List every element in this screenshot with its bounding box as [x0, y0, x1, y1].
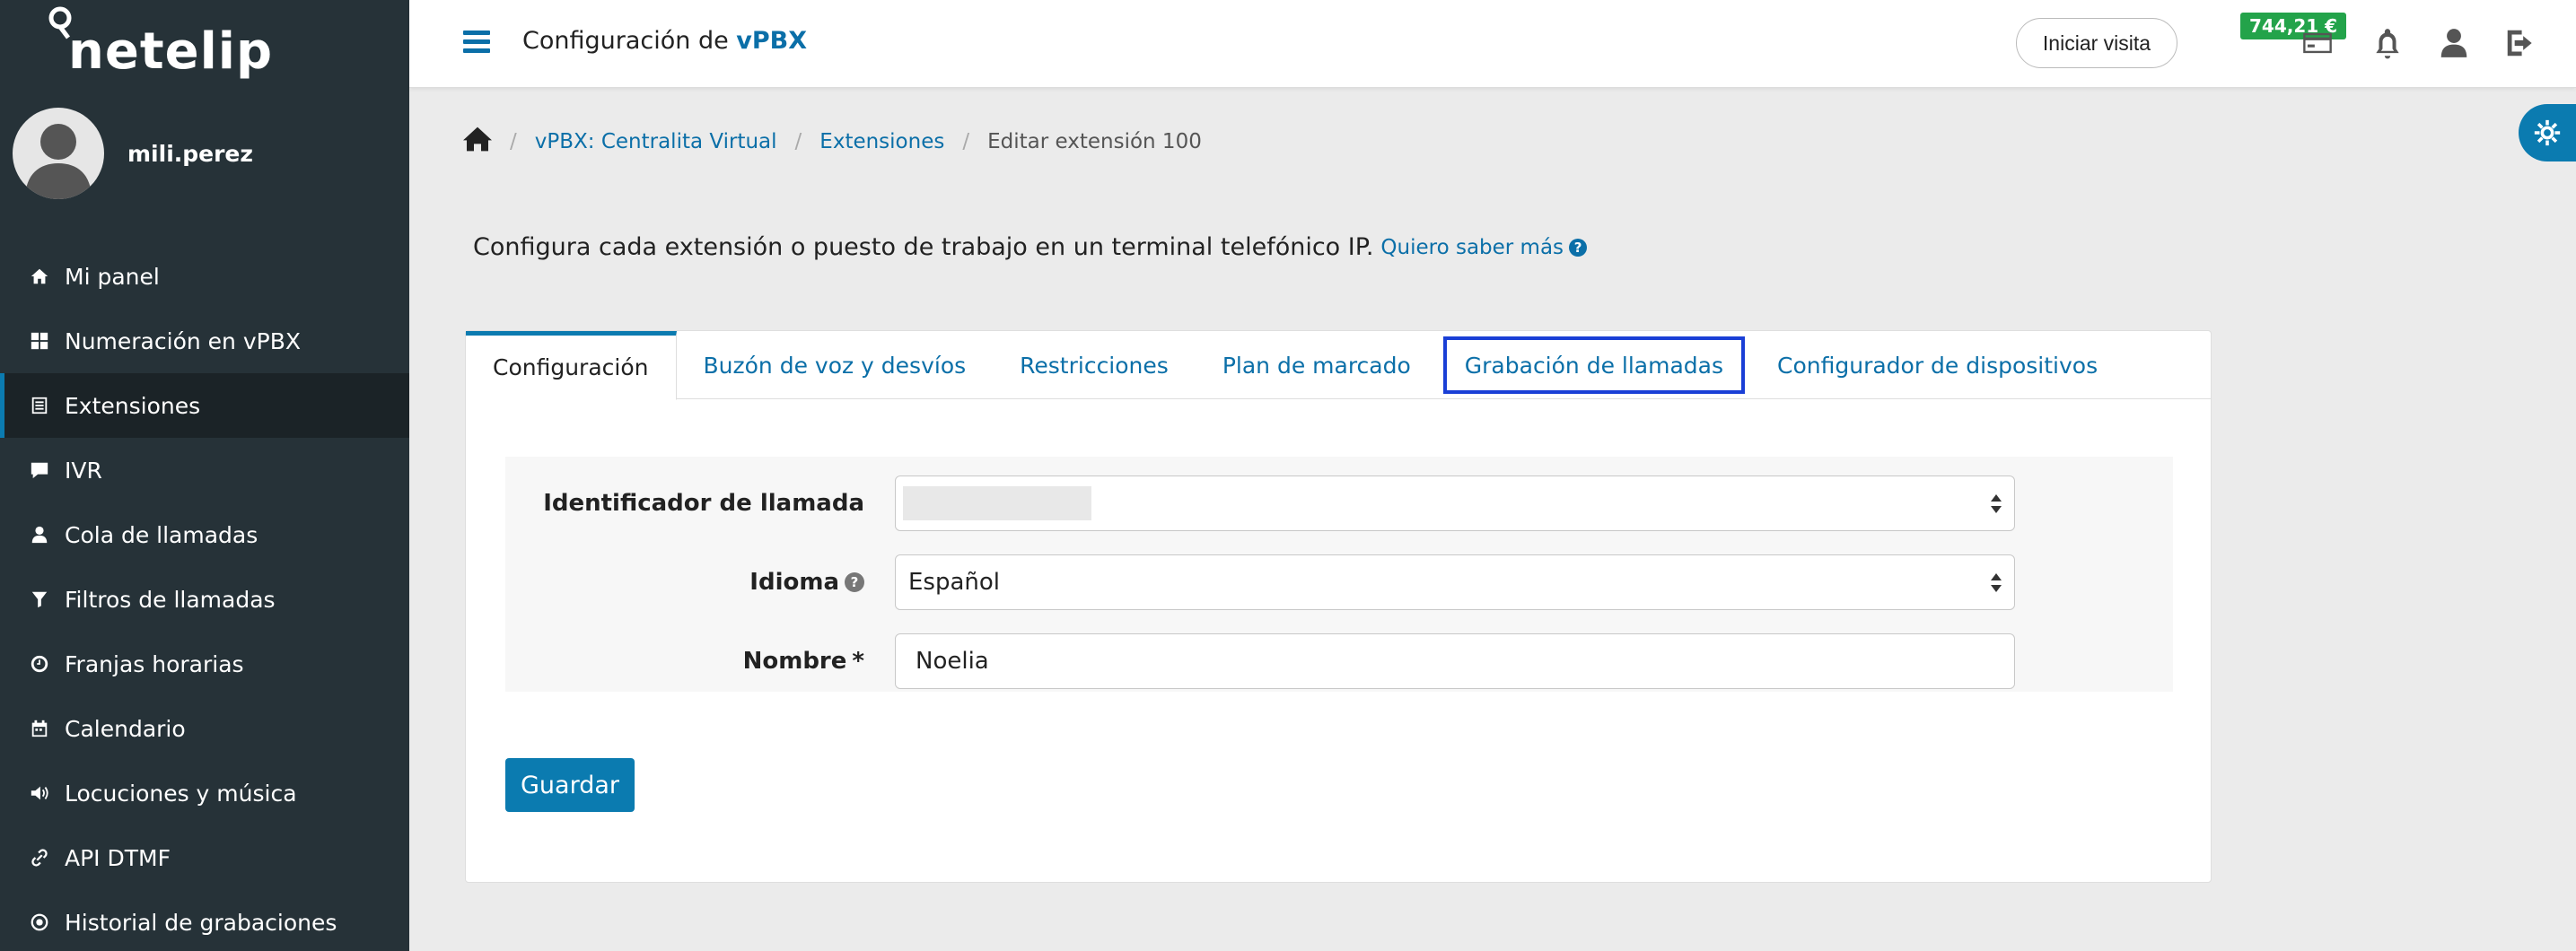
calendar-icon [29, 718, 50, 739]
logout-icon[interactable] [2501, 23, 2540, 63]
language-select[interactable]: Español [895, 554, 2015, 610]
learn-more-link[interactable]: Quiero saber más [1380, 236, 1564, 259]
caller-id-value [903, 486, 1091, 520]
sidebar-item-label: Filtros de llamadas [65, 586, 276, 613]
list-icon [29, 395, 50, 416]
name-label: Nombre * [742, 648, 864, 675]
sidebar-item-historial[interactable]: Historial de grabaciones [0, 890, 409, 951]
sidebar-item-ivr[interactable]: IVR [0, 438, 409, 502]
top-bar: Configuración de vPBX Iniciar visita 744… [409, 0, 2576, 88]
username: mili.perez [127, 140, 253, 167]
menu-toggle-icon[interactable] [463, 31, 490, 54]
help-icon[interactable]: ? [845, 572, 864, 592]
card-icon[interactable] [2298, 23, 2337, 63]
pin-icon [48, 6, 72, 39]
sidebar-item-mi-panel[interactable]: Mi panel [0, 244, 409, 309]
chat-icon [29, 459, 50, 481]
language-row: Idioma ? Español [505, 554, 2173, 611]
settings-widget-icon[interactable] [2519, 104, 2576, 161]
help-icon[interactable]: ? [1569, 238, 1588, 257]
name-row: Nombre * Noelia [505, 633, 2173, 690]
extension-panel: Configuración Buzón de voz y desvíos Res… [465, 330, 2212, 883]
link-icon [29, 847, 50, 868]
sidebar-item-label: Cola de llamadas [65, 521, 258, 548]
tab-configuracion[interactable]: Configuración [466, 331, 677, 400]
record-icon [29, 912, 50, 933]
sidebar-item-cola-llamadas[interactable]: Cola de llamadas [0, 502, 409, 567]
language-label: Idioma ? [749, 569, 864, 596]
user-profile[interactable]: mili.perez [13, 108, 253, 199]
tab-plan-marcado[interactable]: Plan de marcado [1196, 331, 1438, 399]
tab-bar: Configuración Buzón de voz y desvíos Res… [466, 331, 2211, 400]
breadcrumb-current: Editar extensión 100 [987, 130, 1202, 153]
caller-id-select[interactable] [895, 476, 2015, 531]
sidebar: netelip mili.perez Mi panel Numeración e… [0, 0, 409, 951]
start-tour-button[interactable]: Iniciar visita [2016, 18, 2177, 68]
breadcrumb: / vPBX: Centralita Virtual / Extensiones… [463, 126, 1202, 158]
clock-icon [29, 653, 50, 675]
sidebar-item-label: IVR [65, 457, 102, 484]
netelip-logo[interactable]: netelip [47, 5, 273, 81]
page-title: Configuración de vPBX [522, 27, 808, 55]
avatar [13, 108, 104, 199]
caller-id-row: Identificador de llamada [505, 475, 2173, 532]
sidebar-item-locuciones[interactable]: Locuciones y música [0, 761, 409, 825]
tab-configurador-dispositivos[interactable]: Configurador de dispositivos [1750, 331, 2125, 399]
extension-form: Identificador de llamada Idioma ? Españo… [505, 457, 2173, 692]
tab-grabacion-llamadas[interactable]: Grabación de llamadas [1438, 331, 1750, 399]
sidebar-item-label: Franjas horarias [65, 650, 244, 677]
sidebar-item-extensiones[interactable]: Extensiones [0, 373, 409, 438]
breadcrumb-link-vpbx[interactable]: vPBX: Centralita Virtual [535, 130, 777, 153]
sidebar-item-filtros[interactable]: Filtros de llamadas [0, 567, 409, 632]
sidebar-item-franjas[interactable]: Franjas horarias [0, 632, 409, 696]
sidebar-item-label: Calendario [65, 715, 186, 742]
breadcrumb-link-extensiones[interactable]: Extensiones [819, 130, 944, 153]
page-title-highlight: vPBX [736, 27, 808, 55]
bell-icon[interactable] [2368, 23, 2407, 63]
sidebar-item-numeracion[interactable]: Numeración en vPBX [0, 309, 409, 373]
tab-buzon-voz[interactable]: Buzón de voz y desvíos [677, 331, 994, 399]
sidebar-item-label: Numeración en vPBX [65, 327, 301, 354]
grid-icon [29, 330, 50, 352]
user-icon[interactable] [2434, 23, 2474, 63]
sidebar-item-calendario[interactable]: Calendario [0, 696, 409, 761]
sidebar-item-api-dtmf[interactable]: API DTMF [0, 825, 409, 890]
name-input[interactable]: Noelia [895, 633, 2015, 689]
sidebar-item-label: Locuciones y música [65, 780, 297, 807]
filter-icon [29, 589, 50, 610]
language-value: Español [908, 569, 1001, 596]
save-button[interactable]: Guardar [505, 758, 635, 812]
required-mark: * [852, 648, 864, 675]
name-value: Noelia [916, 648, 989, 675]
sidebar-item-label: Historial de grabaciones [65, 909, 337, 936]
sidebar-item-label: Extensiones [65, 392, 201, 419]
sidebar-nav: Mi panel Numeración en vPBX Extensiones … [0, 244, 409, 951]
tab-restricciones[interactable]: Restricciones [993, 331, 1196, 399]
brand-name: netelip [68, 22, 274, 81]
intro-text: Configura cada extensión o puesto de tra… [473, 233, 1588, 261]
home-icon[interactable] [463, 126, 492, 158]
speaker-icon [29, 782, 50, 804]
sidebar-item-label: API DTMF [65, 844, 171, 871]
sidebar-item-label: Mi panel [65, 263, 160, 290]
person-icon [29, 524, 50, 545]
home-icon [29, 266, 50, 287]
caller-id-label: Identificador de llamada [543, 490, 864, 517]
